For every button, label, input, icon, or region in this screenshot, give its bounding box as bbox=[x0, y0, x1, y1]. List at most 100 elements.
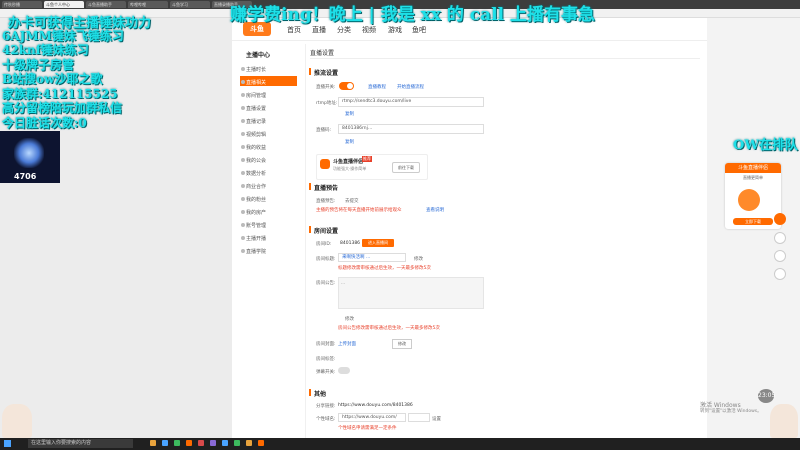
side-play-icon[interactable] bbox=[774, 213, 786, 225]
taskbar-app-icon[interactable] bbox=[246, 440, 252, 446]
section-title-stream: 推流设置 bbox=[314, 70, 339, 77]
section-title-room: 房间设置 bbox=[314, 228, 339, 235]
rank-value: 4706 bbox=[14, 172, 37, 181]
download-button[interactable]: 前往下载 bbox=[392, 162, 420, 173]
share-link[interactable]: https://www.douyu.com/8401386 bbox=[338, 403, 413, 408]
edit-title-button[interactable]: 修改 bbox=[414, 256, 423, 262]
side-gift-icon[interactable] bbox=[774, 232, 786, 244]
preview-link[interactable]: 查看说明 bbox=[426, 207, 444, 213]
top-banner: 赚学费ing！晚上 | 我是 xx 的 call 上播有事急 bbox=[230, 5, 595, 25]
enter-room-button[interactable]: 进入直播间 bbox=[362, 239, 394, 247]
flow-link[interactable]: 开始直播流程 bbox=[397, 84, 424, 90]
taskbar-search[interactable]: 在这里输入你要搜索的内容 bbox=[28, 439, 133, 448]
section-title-other: 其他 bbox=[314, 391, 327, 398]
toggle-label: 直播开关: bbox=[316, 85, 336, 90]
mascot-right-icon bbox=[770, 404, 798, 438]
sidebar-item[interactable]: 我的粉丝 bbox=[246, 196, 266, 203]
sidebar-item[interactable]: 直播相关 bbox=[246, 79, 266, 86]
rank-emblem-icon bbox=[14, 138, 44, 168]
section-bar bbox=[309, 183, 311, 190]
section-bar bbox=[309, 226, 311, 233]
taskbar-app-icon[interactable] bbox=[258, 440, 264, 446]
sidebar-item-icon bbox=[241, 158, 245, 162]
sidebar-item[interactable]: 房间管理 bbox=[246, 92, 266, 99]
sidebar-item-icon bbox=[241, 249, 245, 253]
nav-item[interactable]: 鱼吧 bbox=[412, 25, 426, 35]
taskbar-app-icon[interactable] bbox=[210, 440, 216, 446]
sidebar-item-icon bbox=[241, 184, 245, 188]
taskbar-app-icon[interactable] bbox=[222, 440, 228, 446]
sidebar-item[interactable]: 直播设置 bbox=[246, 105, 266, 112]
taskbar-app-icon[interactable] bbox=[174, 440, 180, 446]
live-toggle[interactable] bbox=[339, 82, 354, 90]
short-suffix-field[interactable] bbox=[408, 413, 430, 422]
sidebar-item-icon bbox=[241, 132, 245, 136]
danmu-toggle[interactable] bbox=[338, 367, 350, 374]
title-warning: 标题修改需审核通过后生效，一天最多修改5次 bbox=[338, 266, 431, 271]
browser-tab[interactable]: 斗鱼个人中心 bbox=[44, 1, 84, 8]
set-domain-button[interactable]: 设置 bbox=[432, 416, 441, 422]
sidebar-item[interactable]: 数据分析 bbox=[246, 170, 266, 177]
nav-item[interactable]: 游戏 bbox=[388, 25, 402, 35]
sidebar-item-icon bbox=[241, 80, 245, 84]
sidebar-item-icon bbox=[241, 145, 245, 149]
taskbar-app-icon[interactable] bbox=[186, 440, 192, 446]
ad-download-button[interactable]: 立即下载 bbox=[733, 218, 773, 225]
sidebar-item-icon bbox=[241, 210, 245, 214]
rtmp-label: rtmp地址: bbox=[316, 101, 338, 106]
edit-notice-button[interactable]: 修改 bbox=[345, 316, 354, 322]
overlay-line: 今日脏话次数:0 bbox=[2, 115, 87, 130]
sidebar-item[interactable]: 我的房产 bbox=[246, 209, 266, 216]
mascot-left-icon bbox=[2, 404, 32, 438]
copy-code-button[interactable]: 复制 bbox=[345, 139, 354, 145]
sidebar-item[interactable]: 主播开播 bbox=[246, 235, 266, 242]
code-label: 直播码: bbox=[316, 128, 332, 133]
tutorial-link[interactable]: 直播教程 bbox=[368, 84, 386, 90]
copy-rtmp-button[interactable]: 复制 bbox=[345, 111, 354, 117]
browser-tab[interactable]: 传秋秒播 bbox=[2, 1, 42, 8]
rtmp-field[interactable]: rtmp://sendtc3.douyu.com/live bbox=[338, 97, 484, 107]
side-phone-icon[interactable] bbox=[774, 250, 786, 262]
taskbar-app-icon[interactable] bbox=[150, 440, 156, 446]
sidebar-item-icon bbox=[241, 197, 245, 201]
taskbar-app-icon[interactable] bbox=[162, 440, 168, 446]
cover-link[interactable]: 上传封面 bbox=[338, 341, 356, 347]
browser-tab[interactable]: 斗鱼学习 bbox=[170, 1, 210, 8]
nav-item[interactable]: 视频 bbox=[362, 25, 376, 35]
sidebar-item[interactable]: 账号管理 bbox=[246, 222, 266, 229]
watermark-sub: 转到"设置"以激活 Windows。 bbox=[700, 409, 762, 414]
taskbar-app-icon[interactable] bbox=[234, 440, 240, 446]
browser-tab[interactable]: 哔哩哔哩 bbox=[128, 1, 168, 8]
nav-item[interactable]: 首页 bbox=[287, 25, 301, 35]
room-title-field[interactable]: 来啊快活啊 … bbox=[338, 253, 406, 262]
nav-item[interactable]: 分类 bbox=[337, 25, 351, 35]
sidebar-item[interactable]: 我的公会 bbox=[246, 157, 266, 164]
edit-cover-button[interactable]: 修改 bbox=[392, 339, 412, 349]
section-title-preview: 直播预告 bbox=[314, 185, 339, 192]
start-icon[interactable] bbox=[4, 440, 11, 447]
stream-code-field[interactable]: 8401386rnj… bbox=[338, 124, 484, 134]
page-title: 直播设置 bbox=[310, 50, 335, 57]
taskbar-app-icon[interactable] bbox=[198, 440, 204, 446]
sidebar-item[interactable]: 商业合作 bbox=[246, 183, 266, 190]
sidebar-item[interactable]: 视频剪辑 bbox=[246, 131, 266, 138]
notice-textarea[interactable]: … bbox=[338, 277, 484, 309]
sidebar-item-icon bbox=[241, 236, 245, 240]
sidebar-item[interactable]: 直播学院 bbox=[246, 248, 266, 255]
sidebar-title: 主播中心 bbox=[246, 52, 271, 59]
short-domain-field[interactable]: https://www.douyu.com/ bbox=[338, 413, 406, 422]
sidebar-item[interactable]: 直播记录 bbox=[246, 118, 266, 125]
side-service-icon[interactable] bbox=[774, 268, 786, 280]
browser-tab[interactable]: 斗鱼直播助手 bbox=[86, 1, 126, 8]
ad-title: 斗鱼直播伴侣 bbox=[725, 163, 781, 173]
tool-badge: 推荐 bbox=[362, 156, 372, 162]
domain-warning: 个性域名申请需满足一定条件 bbox=[338, 426, 397, 431]
notice-label: 房间公告: bbox=[316, 281, 336, 286]
preview-label: 直播预告: bbox=[316, 199, 336, 204]
preview-value[interactable]: 去提交 bbox=[345, 198, 359, 204]
sidebar-item[interactable]: 我的收益 bbox=[246, 144, 266, 151]
sidebar-item[interactable]: 主播时长 bbox=[246, 66, 266, 73]
sidebar-item-icon bbox=[241, 106, 245, 110]
sidebar-item-icon bbox=[241, 67, 245, 71]
nav-item[interactable]: 直播 bbox=[312, 25, 326, 35]
